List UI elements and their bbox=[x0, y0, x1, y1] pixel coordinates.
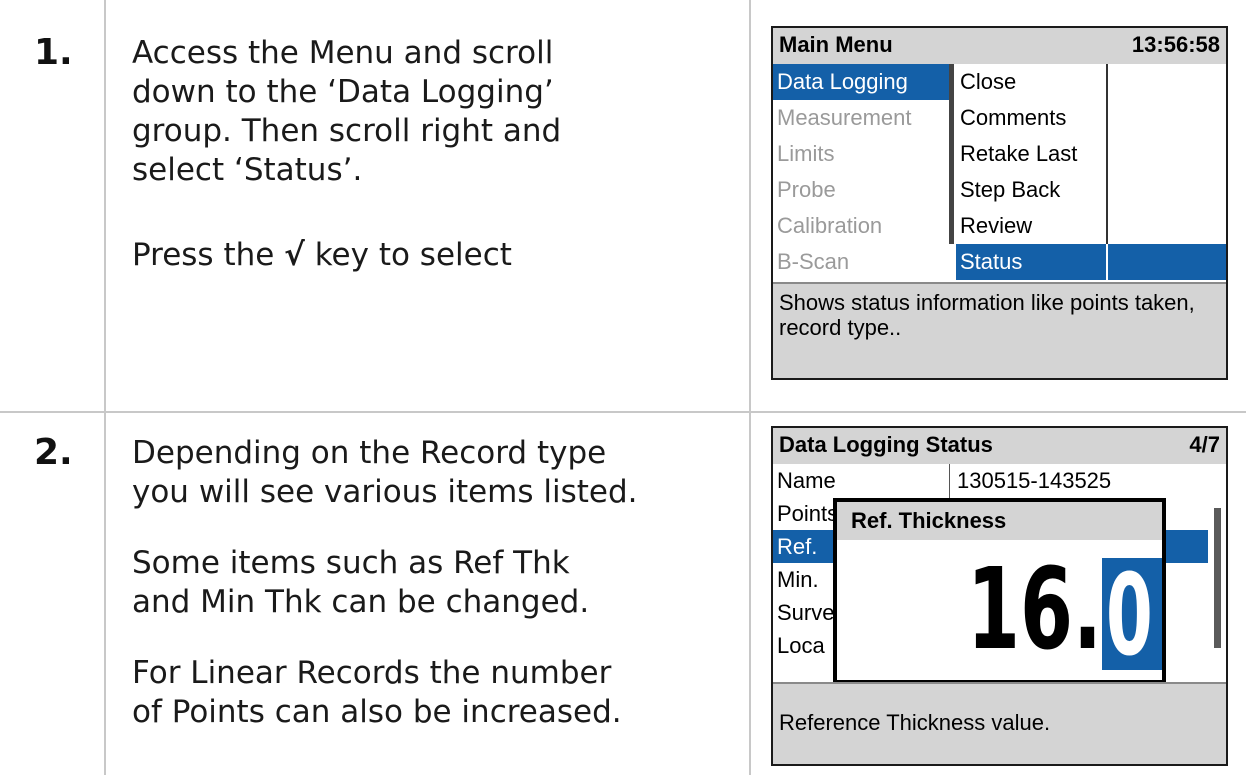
menu-status-row-extension bbox=[1108, 244, 1226, 280]
press-prefix: Press the bbox=[132, 237, 285, 273]
table-middle-divider bbox=[749, 0, 751, 775]
status-row-label: Name bbox=[777, 468, 836, 493]
main-menu-screen: Main Menu 13:56:58 Data Logging Measurem… bbox=[771, 26, 1228, 380]
step-2-line bbox=[132, 622, 742, 654]
status-row-label: Points bbox=[777, 501, 839, 526]
popup-selected-digit[interactable]: 0 bbox=[1102, 551, 1162, 681]
step-2-line: For Linear Records the number bbox=[132, 655, 612, 691]
ref-thickness-popup: Ref. Thickness 16. 0 bbox=[833, 498, 1166, 684]
step-1-line: group. Then scroll right and bbox=[132, 113, 562, 149]
status-title-bar: Data Logging Status 4/7 bbox=[773, 428, 1226, 464]
status-row-value: 130515-143525 bbox=[957, 468, 1112, 493]
popup-value: 16. bbox=[967, 545, 1102, 675]
main-menu-help-text: Shows status information like points tak… bbox=[773, 282, 1226, 378]
menu-item-review[interactable]: Review bbox=[956, 208, 1106, 244]
popup-selected-digit-value: 0 bbox=[1106, 551, 1153, 681]
menu-item-limits[interactable]: Limits bbox=[773, 136, 949, 172]
status-row-label: Loca bbox=[777, 633, 825, 658]
step-2-line bbox=[132, 512, 742, 544]
menu-item-comments[interactable]: Comments bbox=[956, 100, 1106, 136]
menu-item-probe[interactable]: Probe bbox=[773, 172, 949, 208]
menu-scrollbar[interactable] bbox=[949, 64, 954, 244]
status-help-text: Reference Thickness value. bbox=[773, 682, 1226, 764]
status-row-label: Min. bbox=[777, 567, 819, 592]
step-1-line: down to the ‘Data Logging’ bbox=[132, 74, 554, 110]
step-2-line: Depending on the Record type bbox=[132, 435, 607, 471]
menu-item-data-logging[interactable]: Data Logging bbox=[773, 64, 949, 100]
table-left-divider bbox=[104, 0, 106, 775]
status-title: Data Logging Status bbox=[779, 432, 993, 457]
step-1-press-instruction: Press the √ key to select bbox=[132, 236, 732, 275]
menu-column-divider bbox=[1106, 64, 1108, 244]
press-suffix: key to select bbox=[304, 237, 512, 273]
step-2-line: and Min Thk can be changed. bbox=[132, 584, 590, 620]
popup-title: Ref. Thickness bbox=[837, 502, 1162, 540]
main-menu-title-bar: Main Menu 13:56:58 bbox=[773, 28, 1226, 64]
status-screen: Data Logging Status 4/7 Name 130515-1435… bbox=[771, 426, 1228, 766]
step-1-number: 1. bbox=[34, 32, 73, 73]
step-1-line: Access the Menu and scroll bbox=[132, 35, 554, 71]
table-row-divider bbox=[0, 411, 1246, 413]
status-scrollbar[interactable] bbox=[1214, 508, 1221, 648]
step-2-number: 2. bbox=[34, 432, 73, 473]
step-2-line: Some items such as Ref Thk bbox=[132, 545, 570, 581]
menu-item-status[interactable]: Status bbox=[956, 244, 1106, 280]
status-row-label: Ref. bbox=[777, 534, 818, 559]
menu-item-b-scan[interactable]: B-Scan bbox=[773, 244, 949, 280]
menu-item-step-back[interactable]: Step Back bbox=[956, 172, 1106, 208]
menu-item-close[interactable]: Close bbox=[956, 64, 1106, 100]
menu-item-measurement[interactable]: Measurement bbox=[773, 100, 949, 136]
main-menu-clock: 13:56:58 bbox=[1131, 32, 1220, 57]
menu-item-calibration[interactable]: Calibration bbox=[773, 208, 949, 244]
status-page-indicator: 4/7 bbox=[1189, 432, 1220, 457]
status-row-label: Surve bbox=[777, 600, 835, 625]
step-2-line: you will see various items listed. bbox=[132, 474, 638, 510]
step-1-line: select ‘Status’. bbox=[132, 152, 363, 188]
check-key-icon: √ bbox=[284, 237, 305, 273]
menu-item-retake-last[interactable]: Retake Last bbox=[956, 136, 1106, 172]
main-menu-title: Main Menu bbox=[779, 32, 893, 57]
step-2-instructions: Depending on the Record type you will se… bbox=[132, 434, 742, 732]
step-2-line: of Points can also be increased. bbox=[132, 694, 622, 730]
step-1-instructions: Access the Menu and scroll down to the ‘… bbox=[132, 34, 732, 190]
